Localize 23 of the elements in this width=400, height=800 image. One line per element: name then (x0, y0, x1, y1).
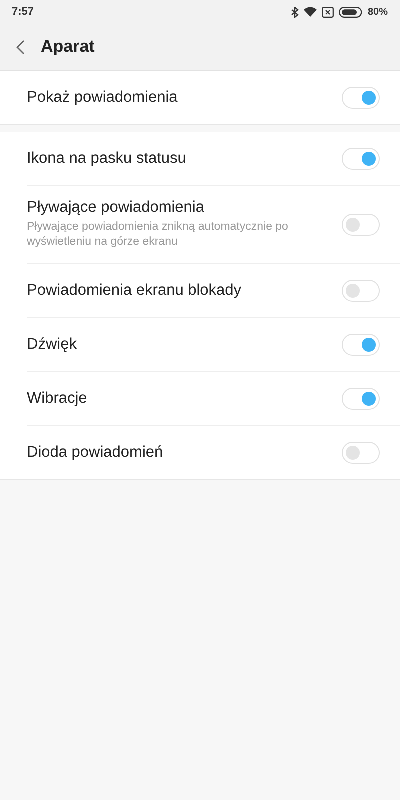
bluetooth-icon (290, 6, 299, 18)
toggle-switch[interactable] (342, 388, 380, 410)
clock: 7:57 (12, 6, 34, 18)
back-icon[interactable] (16, 40, 25, 54)
setting-label: Dioda powiadomień (27, 444, 164, 462)
wifi-icon (304, 7, 317, 17)
toggle-switch[interactable] (342, 86, 380, 108)
toggle-switch[interactable] (342, 442, 380, 464)
setting-label: Ikona na pasku statusu (27, 150, 186, 168)
toggle-switch[interactable] (342, 334, 380, 356)
toggle-switch[interactable] (342, 280, 380, 302)
setting-label: Pokaż powiadomienia (27, 88, 178, 106)
setting-description: Pływające powiadomienia znikną automatycznie po wyświetleniu na górze ekranu (27, 220, 290, 250)
screen-title: Aparat (41, 37, 95, 57)
toggle-switch[interactable] (342, 148, 380, 170)
battery-icon (338, 6, 363, 18)
setting-label: Dźwięk (27, 336, 77, 354)
setting-label: Wibracje (27, 390, 88, 408)
setting-label: Pływające powiadomienia (27, 199, 206, 218)
sim-icon (322, 6, 334, 18)
toggle-switch[interactable] (342, 214, 380, 236)
battery-percent: 80% (368, 6, 388, 18)
setting-label: Powiadomienia ekranu blokady (27, 282, 242, 300)
